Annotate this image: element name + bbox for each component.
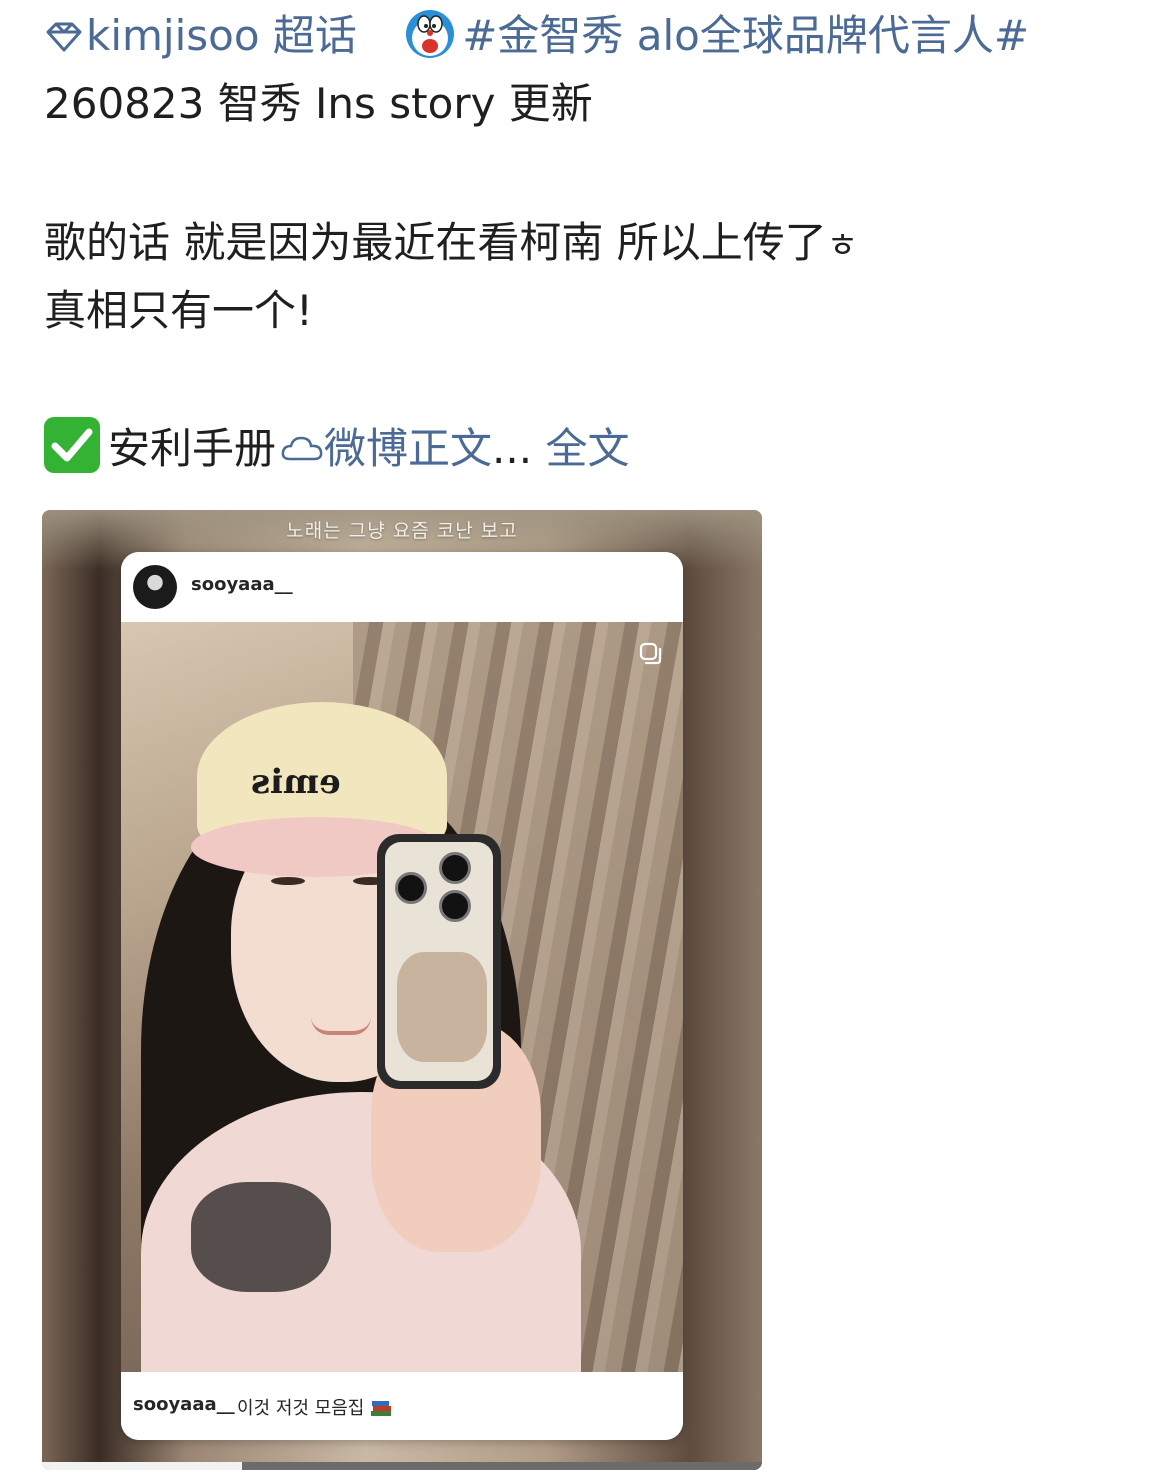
left-eye bbox=[271, 877, 305, 885]
phone-case bbox=[385, 842, 493, 1081]
camera-lens bbox=[395, 872, 427, 904]
story-caption: 노래는 그냥 요즘 코난 보고 bbox=[286, 520, 518, 542]
progress-bar-track bbox=[242, 1462, 762, 1470]
body-1-hangul: ㅎ bbox=[826, 226, 858, 266]
super-topic-link[interactable]: kimjisoo 超话 bbox=[44, 11, 370, 60]
diamond-outline-icon bbox=[46, 22, 82, 52]
smile bbox=[311, 1017, 371, 1035]
copy-square-icon bbox=[639, 642, 662, 665]
post-line-topics: kimjisoo 超话 #金智秀 alo全球品牌代言人# bbox=[44, 2, 1029, 70]
books-emoji-icon bbox=[371, 1401, 392, 1416]
super-topic-label: kimjisoo 超话 bbox=[86, 11, 357, 60]
card-username: sooyaaa__ bbox=[191, 574, 293, 595]
post-line-title: 260823 智秀 Ins story 更新 bbox=[44, 79, 593, 128]
shirt-print bbox=[191, 1182, 331, 1292]
cloud-link-icon bbox=[281, 436, 323, 461]
ellipsis: ... bbox=[492, 424, 533, 473]
card-header: sooyaaa__ bbox=[121, 552, 683, 622]
footer-username: sooyaaa__ bbox=[133, 1394, 235, 1415]
post-line-body-1: 歌的话 就是因为最近在看柯南 所以上传了ㅎ bbox=[44, 209, 858, 280]
cat-sticker bbox=[397, 952, 487, 1062]
cap-logo: emis bbox=[251, 762, 341, 802]
camera-lens bbox=[439, 890, 471, 922]
card-footer: sooyaaa__ 이것 저것 모음집 bbox=[121, 1372, 683, 1440]
camera-lens bbox=[439, 852, 471, 884]
selfie-photo: emis bbox=[121, 622, 683, 1372]
doraemon-emoji-icon bbox=[406, 10, 455, 58]
full-text-link[interactable]: 全文 bbox=[545, 424, 629, 473]
body-1-text: 歌的话 就是因为最近在看柯南 所以上传了 bbox=[44, 218, 827, 267]
progress-bar-filled bbox=[42, 1462, 242, 1470]
avatar bbox=[133, 565, 177, 609]
check-mark-button-icon bbox=[44, 417, 100, 473]
post-line-body-2: 真相只有一个! bbox=[44, 286, 313, 335]
recommend-handbook-label: 安利手册 bbox=[108, 424, 277, 473]
story-image[interactable]: 노래는 그냥 요즘 코난 보고 sooyaaa__ emis sooyaaa__… bbox=[42, 510, 762, 1470]
weibo-body-link[interactable]: 微博正文 bbox=[324, 424, 492, 473]
footer-caption-text: 이것 저것 모음집 bbox=[237, 1398, 365, 1419]
footer-caption: 이것 저것 모음집 bbox=[237, 1394, 392, 1420]
instagram-post-card: sooyaaa__ emis sooyaaa__ 이것 저것 모음집 bbox=[121, 552, 683, 1440]
hashtag-link[interactable]: #金智秀 alo全球品牌代言人# bbox=[462, 11, 1029, 60]
post-line-links: 安利手册 微博正文... 全文 bbox=[44, 415, 629, 483]
phone bbox=[377, 834, 501, 1089]
